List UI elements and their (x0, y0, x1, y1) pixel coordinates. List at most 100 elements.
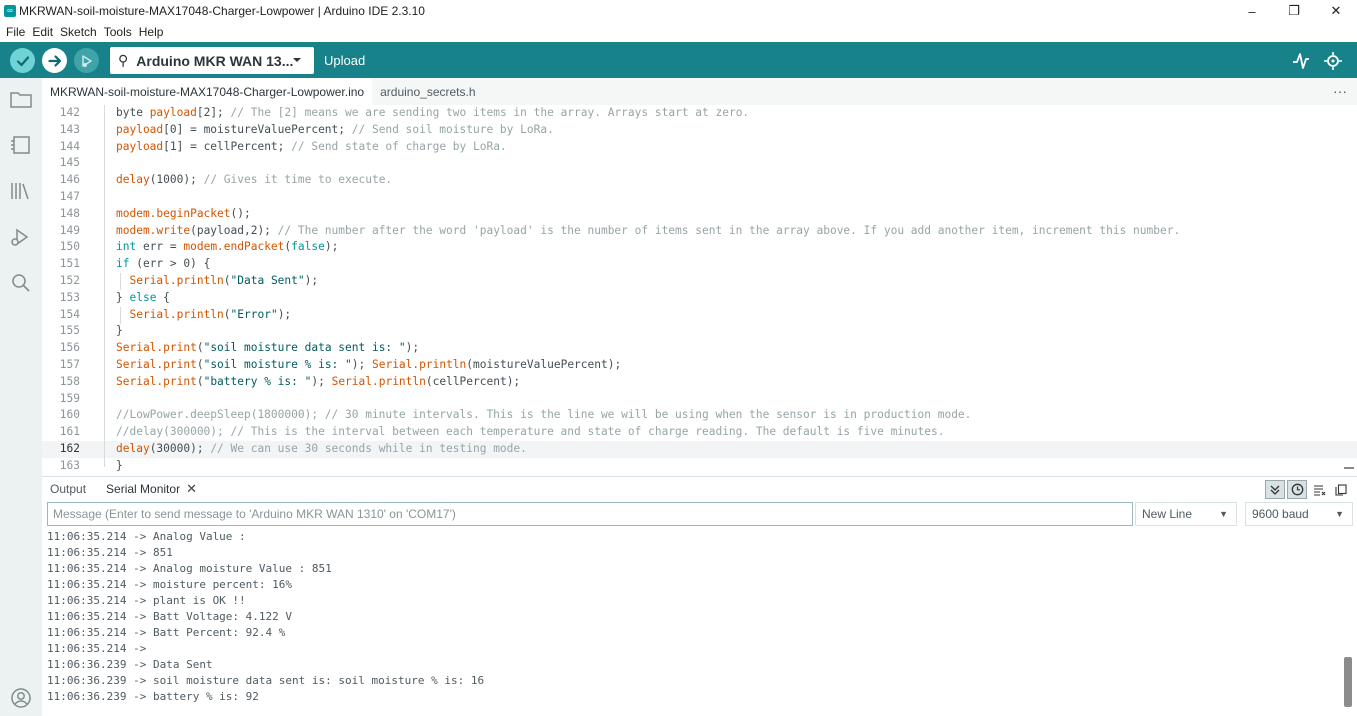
code-line[interactable]: 148 modem.beginPacket(); (42, 206, 1357, 223)
line-number: 144 (59, 139, 80, 153)
debug-sidebar-icon[interactable] (9, 225, 33, 249)
board-selector[interactable]: ⚲ Arduino MKR WAN 13... (110, 47, 314, 74)
code-line[interactable]: 160 //LowPower.deepSleep(1800000); // 30 … (42, 407, 1357, 424)
baud-rate-value: 9600 baud (1252, 507, 1309, 521)
code-line[interactable]: 145 (42, 155, 1357, 172)
code-line[interactable]: 153} else { (42, 290, 1357, 307)
arduino-app-icon: ∞ (4, 5, 16, 17)
tab-arduino-secrets[interactable]: arduino_secrets.h (372, 78, 483, 105)
serial-line: 11:06:35.214 -> (47, 642, 153, 655)
code-text: Serial.println("Data Sent"); (129, 274, 319, 287)
code-line[interactable]: 143 payload[0] = moistureValuePercent; //… (42, 122, 1357, 139)
code-line[interactable]: 142 byte payload[2]; // The [2] means we … (42, 105, 1357, 122)
code-line[interactable]: 161 //delay(300000); // This is the inter… (42, 424, 1357, 441)
indent-guide (120, 273, 121, 290)
chevron-down-icon: ▼ (1335, 509, 1344, 519)
code-line[interactable]: 155} (42, 323, 1357, 340)
indent-guide (120, 307, 121, 324)
indent-guide (104, 105, 105, 467)
line-number: 148 (59, 206, 80, 220)
menu-bar: File Edit Sketch Tools Help (0, 22, 1357, 42)
code-line[interactable]: 162 delay(30000); // We can use 30 second… (42, 441, 1357, 458)
code-line[interactable]: 157 Serial.print("soil moisture % is: ");… (42, 357, 1357, 374)
upload-tooltip: Upload (324, 53, 366, 68)
debug-button[interactable] (74, 48, 99, 73)
more-tabs-icon[interactable]: ··· (1333, 83, 1347, 99)
code-line[interactable]: 146 delay(1000); // Gives it time to exec… (42, 172, 1357, 189)
line-number: 147 (59, 190, 80, 203)
line-number: 150 (59, 240, 80, 254)
line-ending-select[interactable]: New Line ▼ (1135, 502, 1237, 526)
debug-icon (81, 54, 92, 67)
chevron-down-icon: ▼ (1219, 509, 1228, 519)
bottom-panel-header: Output Serial Monitor ✕ (42, 476, 1357, 501)
serial-plotter-icon[interactable] (1290, 50, 1312, 72)
code-editor[interactable]: 163} 162 delay(30000); // We can use 30 se… (42, 105, 1357, 472)
clock-icon (1291, 483, 1303, 496)
library-manager-icon[interactable] (9, 179, 33, 203)
menu-file[interactable]: File (6, 25, 25, 39)
serial-line: 11:06:36.239 -> battery % is: 92 (47, 690, 259, 703)
clear-output-button[interactable] (1309, 480, 1329, 499)
search-icon[interactable] (9, 271, 33, 295)
code-text: payload[0] = moistureValuePercent; // Se… (116, 122, 554, 136)
serial-message-input[interactable]: Message (Enter to send message to 'Ardui… (47, 502, 1133, 526)
menu-help[interactable]: Help (139, 25, 164, 39)
boards-manager-icon[interactable] (9, 133, 33, 157)
close-window-button[interactable]: ✕ (1316, 0, 1356, 22)
folder-icon[interactable] (9, 87, 33, 111)
code-text: byte payload[2]; // The [2] means we are… (116, 106, 750, 119)
close-serial-monitor-icon[interactable]: ✕ (186, 481, 197, 497)
code-text: } (116, 458, 123, 472)
code-text: } else { (116, 290, 170, 304)
clear-lines-icon (1313, 484, 1325, 496)
serial-line: 11:06:35.214 -> Batt Percent: 92.4 % (47, 626, 286, 639)
copy-output-button[interactable] (1331, 480, 1351, 499)
code-text: Serial.print("soil moisture % is: "); Se… (116, 358, 622, 371)
code-line[interactable]: 152 Serial.println("Data Sent"); (42, 273, 1357, 290)
serial-monitor-icon[interactable] (1322, 50, 1344, 72)
upload-button[interactable] (42, 48, 67, 73)
chevron-down-icon (293, 58, 301, 62)
baud-rate-select[interactable]: 9600 baud ▼ (1245, 502, 1353, 526)
menu-edit[interactable]: Edit (32, 25, 53, 39)
serial-output[interactable]: 11:06:35.214 -> Analog Value : 11:06:35.2… (42, 529, 1342, 716)
code-line[interactable]: 147 (42, 189, 1357, 206)
minimize-button[interactable]: – (1232, 0, 1272, 22)
sidebar (0, 78, 42, 716)
menu-tools[interactable]: Tools (104, 25, 132, 39)
code-line[interactable]: 163} (42, 458, 1357, 475)
chevrons-down-icon (1270, 485, 1280, 495)
code-text: payload[1] = cellPercent; // Send state … (116, 139, 507, 153)
code-line[interactable]: 151 if (err > 0) { (42, 256, 1357, 273)
line-number: 159 (59, 391, 80, 405)
code-text: } (116, 324, 123, 338)
line-number: 157 (59, 358, 80, 371)
code-text: delay(1000); // Gives it time to execute… (116, 173, 393, 187)
serial-line: 11:06:35.214 -> Batt Voltage: 4.122 V (47, 610, 293, 623)
tab-output[interactable]: Output (50, 482, 86, 496)
code-line[interactable]: 156 Serial.print("soil moisture data sent… (42, 340, 1357, 357)
code-line[interactable]: 158 Serial.print("battery % is: "); Seria… (42, 374, 1357, 391)
tab-main-sketch[interactable]: MKRWAN-soil-moisture-MAX17048-Charger-Lo… (42, 78, 373, 105)
code-line[interactable]: 154 Serial.println("Error"); (42, 307, 1357, 324)
code-text: delay(30000); // We can use 30 seconds w… (116, 442, 527, 455)
code-line[interactable]: 144 payload[1] = cellPercent; // Send sta… (42, 139, 1357, 156)
tab-serial-monitor[interactable]: Serial Monitor (106, 482, 180, 496)
restore-button[interactable]: ❐ (1274, 0, 1314, 22)
title-bar: ∞ MKRWAN-soil-moisture-MAX17048-Charger-… (0, 0, 1357, 22)
code-line[interactable]: 149 modem.write(payload,2); // The number… (42, 223, 1357, 240)
code-line[interactable]: 150 int err = modem.endPacket(false); (42, 239, 1357, 256)
serial-scrollbar[interactable] (1344, 657, 1352, 707)
line-number: 160 (59, 408, 80, 422)
code-line[interactable]: 159 (42, 391, 1357, 408)
account-icon[interactable] (9, 686, 33, 710)
menu-sketch[interactable]: Sketch (60, 25, 97, 39)
serial-line: 11:06:36.239 -> Data Sent (47, 658, 213, 671)
line-number: 142 (59, 106, 80, 119)
line-number: 158 (59, 374, 80, 388)
serial-line: 11:06:35.214 -> plant is OK !! (47, 594, 246, 607)
autoscroll-toggle[interactable] (1265, 480, 1285, 499)
timestamp-toggle[interactable] (1287, 480, 1307, 499)
verify-button[interactable] (10, 48, 35, 73)
